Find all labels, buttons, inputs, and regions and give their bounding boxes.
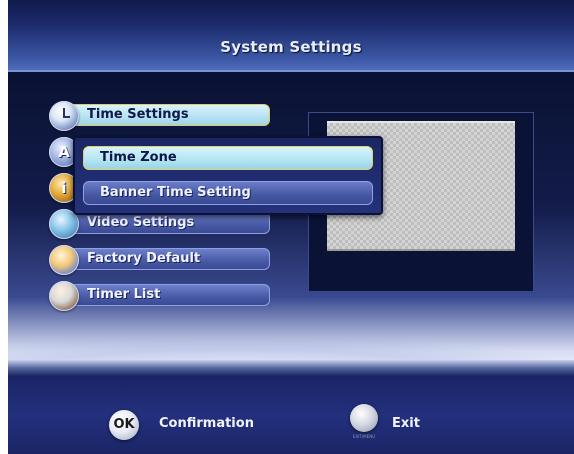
ok-button[interactable]: OK — [109, 410, 139, 440]
screen: System Settings Time Settings A i Video … — [8, 0, 574, 454]
exit-button-caption: EXIT/MENU — [352, 434, 376, 439]
footer — [8, 376, 574, 454]
menu-item-label: Video Settings — [87, 215, 195, 230]
factory-icon — [49, 245, 79, 275]
divider — [8, 360, 574, 376]
page-title: System Settings — [220, 38, 362, 56]
submenu-item-banner-time-setting[interactable]: Banner Time Setting — [83, 181, 373, 205]
menu-item-label: Factory Default — [87, 251, 201, 266]
clock-icon — [49, 101, 79, 131]
exit-label: Exit — [392, 416, 420, 431]
timer-icon — [49, 281, 79, 311]
submenu-item-time-zone[interactable]: Time Zone — [83, 146, 373, 170]
menu-item-timer-list[interactable]: Timer List — [49, 281, 270, 311]
exit-button[interactable] — [350, 404, 378, 432]
confirmation-label: Confirmation — [159, 416, 254, 431]
menu-item-label: Timer List — [87, 287, 161, 302]
submenu-popup: Time Zone Banner Time Setting — [73, 136, 383, 215]
menu-item-video-settings[interactable]: Video Settings — [49, 209, 270, 239]
title-bar: System Settings — [8, 0, 574, 72]
menu-item-label: Time Settings — [87, 107, 189, 122]
menu-item-time-settings[interactable]: Time Settings — [49, 101, 270, 131]
menu-item-factory-default[interactable]: Factory Default — [49, 245, 270, 275]
